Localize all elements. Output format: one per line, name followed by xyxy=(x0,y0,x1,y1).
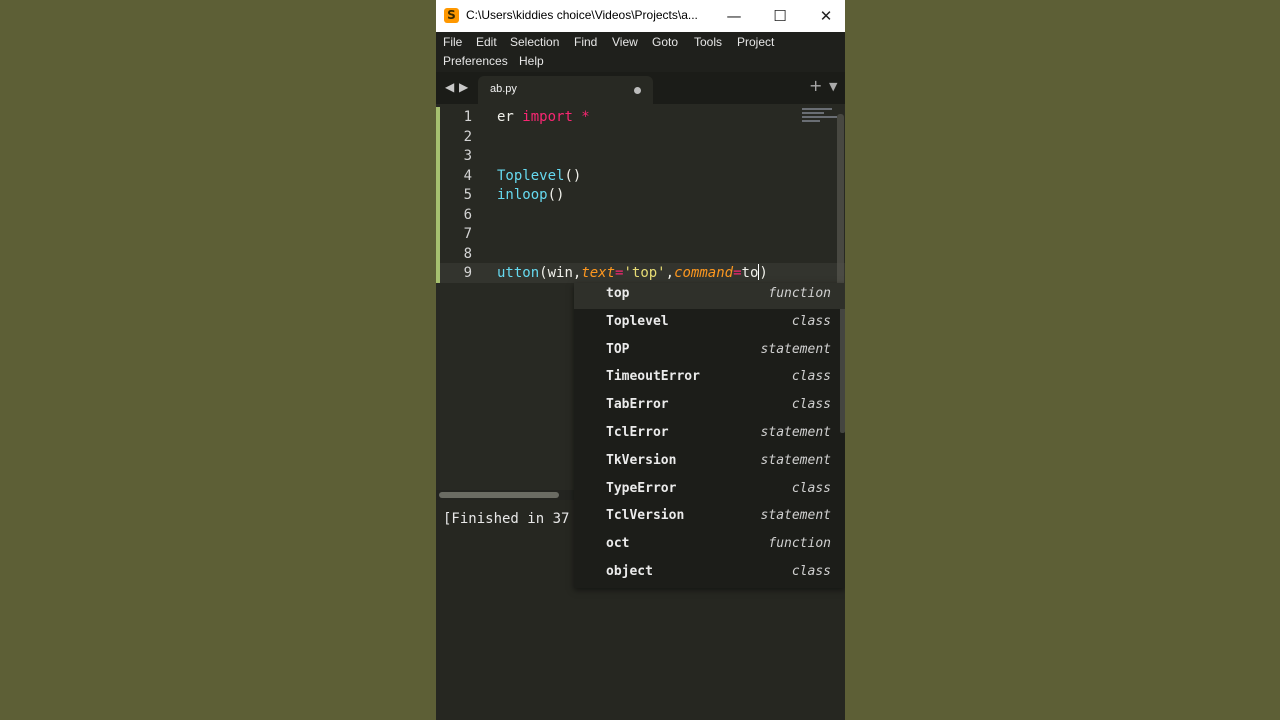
line-number: 6 xyxy=(463,206,472,223)
autocomplete-item-kind: statement xyxy=(760,452,831,468)
autocomplete-item-name: Toplevel xyxy=(606,313,669,329)
autocomplete-item-name: TimeoutError xyxy=(606,369,700,385)
line-number: 1 xyxy=(463,109,472,125)
tab-ab-py[interactable]: ab.py xyxy=(478,76,653,104)
tab-nav-left-icon[interactable]: ◀ xyxy=(445,80,454,94)
sublime-text-icon: S xyxy=(444,8,459,23)
tab-bar: ◀ ▶ ab.py + ▼ xyxy=(436,72,845,104)
code-token: ) xyxy=(759,265,768,281)
minimize-button[interactable]: — xyxy=(711,0,757,32)
autocomplete-item[interactable]: TimeoutError class xyxy=(574,366,845,392)
build-output-text: [Finished in 37 xyxy=(443,511,570,527)
autocomplete-item-kind: class xyxy=(791,369,831,385)
close-button[interactable]: ✕ xyxy=(803,0,845,32)
line-number: 2 xyxy=(463,128,472,145)
menu-view[interactable]: View xyxy=(612,35,638,49)
autocomplete-item-name: TOP xyxy=(606,341,630,357)
menu-file[interactable]: File xyxy=(443,35,462,49)
tab-nav-right-icon[interactable]: ▶ xyxy=(459,80,468,94)
code-token: import xyxy=(522,109,573,125)
autocomplete-item[interactable]: TabError class xyxy=(574,394,845,420)
menu-help[interactable]: Help xyxy=(519,54,544,68)
code-token: (win, xyxy=(539,265,582,281)
horizontal-scrollbar-thumb[interactable] xyxy=(439,492,559,498)
code-token: utton xyxy=(497,265,540,281)
autocomplete-item[interactable]: oct function xyxy=(574,533,845,559)
tab-list-dropdown-icon[interactable]: ▼ xyxy=(829,80,837,93)
code-token: inloop xyxy=(497,187,548,203)
autocomplete-popup: top function Toplevel class TOP statement Time… xyxy=(574,283,845,588)
autocomplete-item-name: object xyxy=(606,564,653,579)
autocomplete-item[interactable]: TOP statement xyxy=(574,339,845,365)
autocomplete-item-kind: class xyxy=(791,313,831,329)
autocomplete-item-kind: class xyxy=(791,480,831,496)
menu-tools[interactable]: Tools xyxy=(694,35,722,49)
minimap[interactable] xyxy=(802,108,837,128)
autocomplete-item-name: oct xyxy=(606,536,630,552)
code-line[interactable]: er import * xyxy=(497,107,590,127)
menu-selection[interactable]: Selection xyxy=(510,35,559,49)
maximize-button[interactable]: ☐ xyxy=(757,0,803,32)
line-number: 8 xyxy=(463,245,472,262)
code-token: text xyxy=(581,265,616,281)
autocomplete-item-name: TkVersion xyxy=(606,452,677,468)
menu-edit[interactable]: Edit xyxy=(476,35,497,49)
tab-label: ab.py xyxy=(490,83,517,95)
line-number: 9 xyxy=(463,265,472,281)
autocomplete-item-name: TclError xyxy=(606,425,669,440)
autocomplete-item[interactable]: Toplevel class xyxy=(574,311,845,337)
autocomplete-item-name: TypeError xyxy=(606,480,677,496)
line-number: 5 xyxy=(463,187,472,203)
code-token: , xyxy=(665,265,675,281)
autocomplete-item-kind: class xyxy=(791,397,831,413)
menu-goto[interactable]: Goto xyxy=(652,35,678,49)
code-token: er xyxy=(497,109,523,125)
code-token: 'top' xyxy=(623,265,666,281)
line-gutter: 1 2 3 4 5 6 7 8 9 xyxy=(436,104,494,490)
code-token: () xyxy=(547,187,565,203)
code-line[interactable]: inloop() xyxy=(497,185,564,205)
modified-lines-marker xyxy=(436,107,440,283)
unsaved-dot-icon[interactable] xyxy=(634,87,641,94)
sublime-window: S C:\Users\kiddies choice\Videos\Project… xyxy=(436,0,845,720)
autocomplete-item-kind: statement xyxy=(760,508,831,524)
code-token: command xyxy=(674,265,734,281)
code-line[interactable]: Toplevel() xyxy=(497,166,581,186)
menu-find[interactable]: Find xyxy=(574,35,597,49)
menu-project[interactable]: Project xyxy=(737,35,774,49)
autocomplete-item[interactable]: TkVersion statement xyxy=(574,450,845,476)
menu-preferences[interactable]: Preferences xyxy=(443,54,508,68)
code-token: * xyxy=(572,109,590,125)
new-tab-plus-icon[interactable]: + xyxy=(809,76,822,95)
autocomplete-item-name: TabError xyxy=(606,397,669,413)
code-token: () xyxy=(564,167,582,184)
autocomplete-item-kind: class xyxy=(791,564,831,579)
line-number: 7 xyxy=(463,226,472,242)
autocomplete-item[interactable]: object class xyxy=(574,561,845,587)
window-title: C:\Users\kiddies choice\Videos\Projects\… xyxy=(466,8,698,22)
title-bar[interactable]: S C:\Users\kiddies choice\Videos\Project… xyxy=(436,0,845,32)
autocomplete-item-name: TclVersion xyxy=(606,508,685,524)
code-line[interactable]: utton(win,text='top',command=to) xyxy=(497,263,768,283)
autocomplete-item-name: top xyxy=(606,286,630,301)
menu-bar: File Edit Selection Find View Goto Tools… xyxy=(436,32,845,72)
autocomplete-item-kind: function xyxy=(768,286,831,301)
code-token: to xyxy=(741,265,759,281)
autocomplete-item-kind: statement xyxy=(760,425,831,440)
autocomplete-item-kind: function xyxy=(768,536,831,552)
autocomplete-item[interactable]: TclVersion statement xyxy=(574,505,845,531)
autocomplete-item[interactable]: TclError statement xyxy=(574,422,845,448)
code-token: Toplevel xyxy=(497,167,565,184)
line-number: 4 xyxy=(463,167,472,184)
line-number: 3 xyxy=(463,148,472,164)
code-token: = xyxy=(733,265,742,281)
autocomplete-item[interactable]: top function xyxy=(574,283,845,309)
autocomplete-item-kind: statement xyxy=(760,341,831,357)
autocomplete-item[interactable]: TypeError class xyxy=(574,478,845,504)
